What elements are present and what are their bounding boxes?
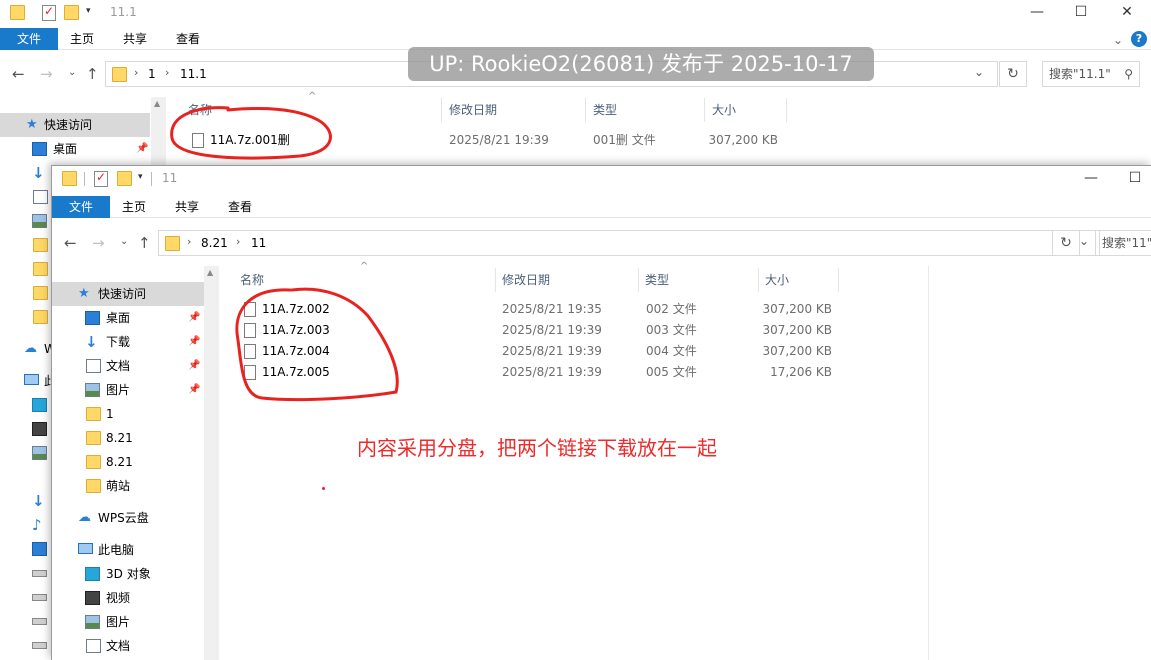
annotation-note: 内容采用分盘，把两个链接下载放在一起 xyxy=(357,436,717,460)
red-circle-annotation xyxy=(170,106,332,160)
annotation-layer xyxy=(170,106,399,402)
red-dot-mark xyxy=(322,487,325,490)
watermark-label: UP: RookieO2(26081) 发布于 2025-10-17 xyxy=(408,47,874,81)
red-circle-annotation xyxy=(235,287,399,402)
